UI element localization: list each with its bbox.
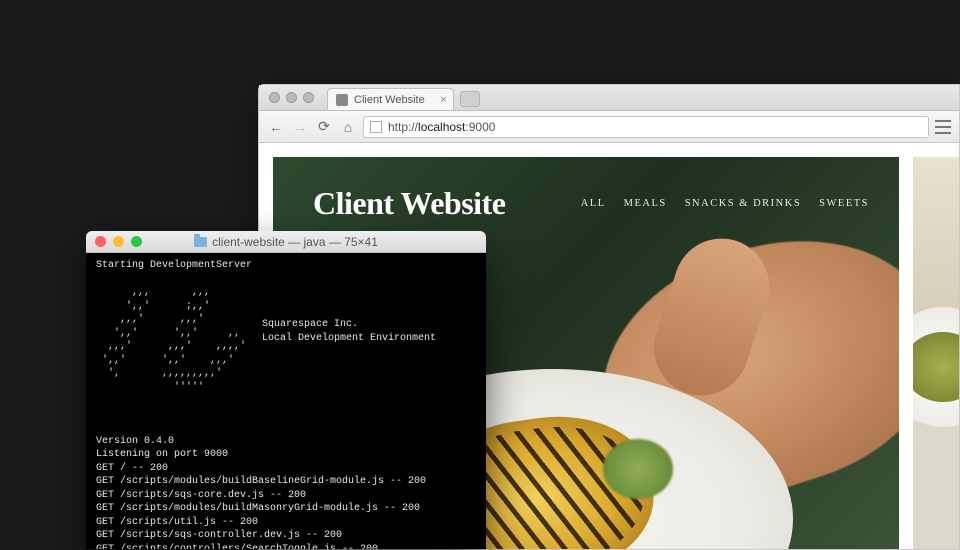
- terminal-log-line: GET /scripts/controllers/SearchToggle.js…: [96, 544, 378, 550]
- close-tab-icon[interactable]: ×: [440, 94, 446, 106]
- browser-toolbar: ← → ⟳ ⌂ http://localhost:9000: [259, 111, 959, 143]
- browser-traffic-lights: [269, 92, 314, 103]
- window-minimize-dot[interactable]: [286, 92, 297, 103]
- terminal-title-text: client-website — java — 75×41: [212, 235, 378, 249]
- home-button[interactable]: ⌂: [339, 119, 357, 135]
- site-nav: ALL MEALS SNACKS & DRINKS SWEETS: [581, 198, 869, 209]
- favicon-icon: [336, 94, 348, 106]
- terminal-ascii-text: Squarespace Inc. Local Development Envir…: [246, 286, 436, 394]
- browser-menu-button[interactable]: [935, 120, 951, 134]
- site-title[interactable]: Client Website: [313, 185, 505, 222]
- nav-link-meals[interactable]: MEALS: [624, 198, 667, 209]
- reload-button[interactable]: ⟳: [315, 118, 333, 135]
- terminal-env: Local Development Environment: [262, 333, 436, 344]
- nav-link-snacks-drinks[interactable]: SNACKS & DRINKS: [685, 198, 801, 209]
- address-bar[interactable]: http://localhost:9000: [363, 116, 929, 138]
- terminal-ascii-art: ,,, ,,, ',,' ;,,' ,,,' ,,,' ',,' ',,' ,,…: [96, 286, 246, 394]
- terminal-traffic-lights: [95, 236, 142, 247]
- site-header: Client Website ALL MEALS SNACKS & DRINKS…: [313, 185, 869, 222]
- url-port: :9000: [465, 120, 495, 134]
- terminal-log-line: GET /scripts/modules/buildBaselineGrid-m…: [96, 476, 426, 487]
- terminal-log-line: GET /scripts/sqs-controller.dev.js -- 20…: [96, 530, 342, 541]
- terminal-log-line: GET /scripts/sqs-core.dev.js -- 200: [96, 490, 306, 501]
- window-close-dot[interactable]: [269, 92, 280, 103]
- page-icon: [370, 121, 382, 133]
- terminal-log-line: Listening on port 9000: [96, 449, 228, 460]
- browser-tab[interactable]: Client Website ×: [327, 88, 454, 110]
- window-zoom-dot[interactable]: [303, 92, 314, 103]
- back-button[interactable]: ←: [267, 119, 285, 135]
- terminal-zoom-dot[interactable]: [131, 236, 142, 247]
- terminal-log-line: Version 0.4.0: [96, 436, 174, 447]
- terminal-window: client-website — java — 75×41 Starting D…: [86, 231, 486, 549]
- terminal-log-line: GET / -- 200: [96, 463, 168, 474]
- new-tab-button[interactable]: [460, 91, 480, 107]
- terminal-line-starting: Starting DevelopmentServer: [96, 260, 252, 271]
- url-prefix: http://: [388, 120, 418, 134]
- terminal-log-line: GET /scripts/util.js -- 200: [96, 517, 258, 528]
- browser-tab-strip: Client Website ×: [259, 85, 959, 111]
- forward-button[interactable]: →: [291, 119, 309, 135]
- terminal-body[interactable]: Starting DevelopmentServer ,,, ,,, ',,' …: [86, 253, 486, 549]
- terminal-close-dot[interactable]: [95, 236, 106, 247]
- url-host: localhost: [418, 120, 465, 134]
- terminal-minimize-dot[interactable]: [113, 236, 124, 247]
- folder-icon: [194, 237, 207, 247]
- terminal-company: Squarespace Inc.: [262, 319, 358, 330]
- terminal-titlebar: client-website — java — 75×41: [86, 231, 486, 253]
- nav-link-sweets[interactable]: SWEETS: [819, 198, 869, 209]
- tab-title: Client Website: [354, 94, 425, 106]
- secondary-card[interactable]: [913, 157, 959, 549]
- terminal-title: client-website — java — 75×41: [86, 235, 486, 249]
- nav-link-all[interactable]: ALL: [581, 198, 606, 209]
- terminal-log-line: GET /scripts/modules/buildMasonryGrid-mo…: [96, 503, 420, 514]
